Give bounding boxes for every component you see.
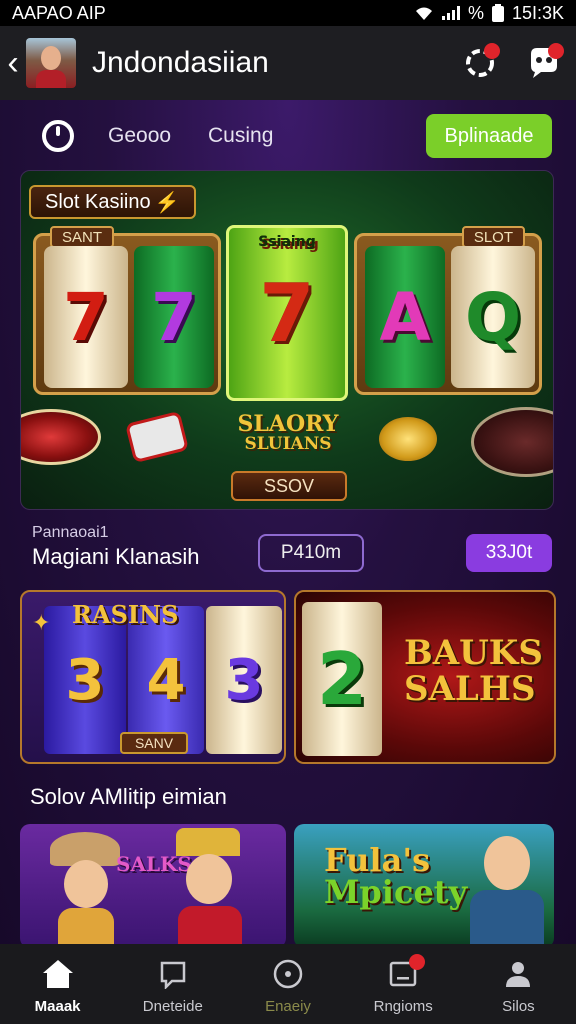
signal-icon [441,6,460,20]
reel-symbol: 7 [134,246,214,388]
game-thumbnail[interactable]: Fula's Mpicety [294,824,554,944]
price-pill[interactable]: P410m [258,534,364,572]
section-title: Solov AMlitip eimian [30,784,227,809]
roulette-wheel-icon [21,409,101,465]
banner-line: SLUIANS [244,434,332,455]
page-title: Jndondasiian [92,46,269,79]
left-frame-label: SANT [50,226,115,248]
character-body [58,908,114,944]
thumbnail-label: Fula's Mpicety [324,844,467,908]
card-reel: 2 [302,602,382,756]
carrier-text: AAPAO AIP [12,2,106,23]
right-reel-frame: SLOT A Q [354,226,542,395]
center-reel: Ssiaing 7 [226,225,348,401]
card-reel: 3 [206,606,282,754]
target-icon [270,958,306,990]
right-frame-label: SLOT [461,226,525,248]
card-title-line: SALHS [404,668,536,709]
character-face [484,836,530,890]
hero-label: Slot Kasiino ⚡ [29,185,196,219]
inbox-icon [385,954,426,990]
info-row: Pannaoai1 Magiani Klanasih P410m 33J0t [0,520,576,580]
dice-icon [124,410,190,464]
thumbnail-label-line: Fula's [324,841,431,879]
chat-badge [548,43,564,59]
nav-label: Enaeiy [265,998,311,1015]
nav-label: Dneteide [142,998,203,1015]
reel-symbol: 7 [259,266,315,360]
bottom-nav: Maaak Dneteide Enaeiy Rngioms Silos [0,944,576,1024]
reel-symbol: 7 [44,246,128,388]
left-reel-frame: SANT 7 7 [33,226,221,395]
info-title: Magiani Klanasih [32,544,200,569]
banner-line: SLAORY [237,411,339,437]
category-bar: Geooo Cusing Bplinaade [0,114,576,160]
character-body [470,890,544,944]
nav-label: Rngioms [373,998,433,1015]
crown-icon [176,828,240,856]
person-icon [500,958,536,990]
star-icon: ✦ [32,610,51,635]
hero-label-text: Slot Kasiino [45,190,151,213]
nav-badge [409,954,426,970]
thumbnail-label-line: Mpicety [324,873,468,911]
status-indicators: % 15I:3K [414,3,564,24]
nav-label: Maaak [34,998,81,1015]
battery-icon [491,4,504,22]
reel-symbol: A [365,246,445,388]
battery-percent: % [467,2,484,23]
main-content: Geooo Cusing Bplinaade Slot Kasiino ⚡ SA… [0,100,576,944]
clock-time: 15I:3K [511,2,564,23]
amount-pill[interactable]: 33J0t [466,534,552,572]
roulette-wheel-icon [471,407,553,477]
reel-symbol: Q [451,246,535,388]
game-thumbnail[interactable]: SALKS [20,824,286,944]
game-card[interactable]: 3 4 3 RASINS SANV ✦ [20,590,286,764]
tab-casino[interactable]: Cusing [208,124,273,148]
card-title-line: BAUKS [404,633,543,673]
status-bar: AAPAO AIP % 15I:3K [0,0,576,26]
card-small-label: SANV [120,732,188,754]
banner-title: SLAORY SLUIANS [226,411,350,455]
card-title: RASINS [72,600,179,629]
clock-icon[interactable] [42,120,74,152]
character-face [64,860,108,908]
tab-games[interactable]: Geooo [108,124,171,148]
wifi-icon [415,7,432,20]
avatar[interactable] [26,38,76,88]
nav-item-energy[interactable]: Enaeiy [230,944,345,1024]
chat-button[interactable] [522,41,566,85]
notification-badge [484,43,500,59]
message-icon [155,958,191,990]
notifications-button[interactable] [458,41,502,85]
cta-button[interactable]: Bplinaade [426,114,552,158]
character-body [178,906,242,944]
center-reel-label: Ssiaing [258,234,316,250]
nav-item-regions[interactable]: Rngioms [346,944,461,1024]
nav-item-profile[interactable]: Silos [461,944,576,1024]
nav-item-home[interactable]: Maaak [0,944,115,1024]
card-title: BAUKS SALHS [404,633,543,709]
info-kicker: Pannaoai1 [32,524,109,541]
lightning-icon: ⚡ [154,191,180,214]
nav-label: Silos [502,998,535,1015]
game-card[interactable]: 2 BAUKS SALHS [294,590,556,764]
banner-sub-button[interactable]: SSOV [231,471,347,501]
hero-banner[interactable]: Slot Kasiino ⚡ SANT 7 7 Ssiaing 7 SLOT A… [20,170,554,510]
home-icon [40,958,76,990]
nav-item-details[interactable]: Dneteide [115,944,230,1024]
back-button[interactable]: ‹ [2,46,24,80]
character-face [186,854,232,904]
app-header: ‹ Jndondasiian [0,26,576,100]
gold-coin-icon [379,417,437,461]
